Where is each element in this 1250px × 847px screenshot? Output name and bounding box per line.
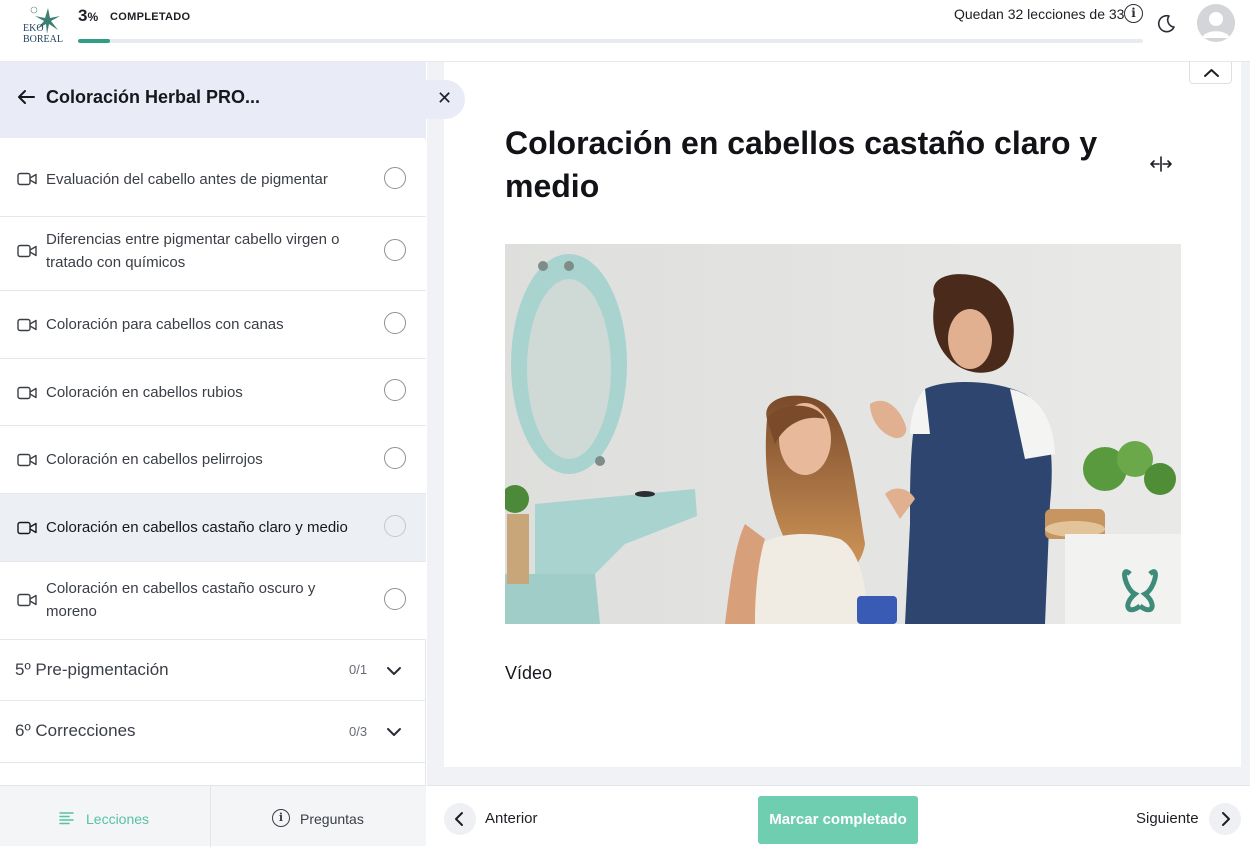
logo-text-top: EKO xyxy=(23,23,44,34)
lesson-item[interactable]: Coloración en cabellos pelirrojos xyxy=(0,426,426,494)
remaining-lessons-text: Quedan 32 lecciones de 33 xyxy=(954,6,1125,22)
video-player[interactable] xyxy=(505,244,1181,624)
chevron-down-icon[interactable] xyxy=(386,666,402,676)
video-camera-icon xyxy=(17,593,37,607)
radio-circle-icon[interactable] xyxy=(384,447,406,469)
progress-bar-fill xyxy=(78,39,110,43)
radio-circle-icon[interactable] xyxy=(384,239,406,261)
lesson-navigation-bar: Anterior Marcar completado Siguiente xyxy=(427,785,1250,846)
lesson-item[interactable]: Coloración para cabellos con canas xyxy=(0,291,426,359)
radio-circle-icon[interactable] xyxy=(384,379,406,401)
brand-logo[interactable]: EKO BOREAL xyxy=(20,4,70,45)
course-title[interactable]: Coloración Herbal PRO... xyxy=(46,87,260,108)
lesson-title: Coloración en cabellos castaño claro y m… xyxy=(46,519,348,536)
close-sidebar-button[interactable]: ✕ xyxy=(426,80,465,119)
collapse-header-button[interactable] xyxy=(1189,62,1232,84)
section-pre-pigmentacion[interactable]: 5º Pre-pigmentación 0/1 xyxy=(0,640,426,701)
video-camera-icon xyxy=(17,453,37,467)
next-button[interactable] xyxy=(1209,803,1241,835)
radio-circle-icon[interactable] xyxy=(384,515,406,537)
moon-icon[interactable] xyxy=(1154,12,1178,36)
progress-percent-symbol: % xyxy=(87,10,99,24)
section-title: 5º Pre-pigmentación xyxy=(15,660,169,679)
lesson-item[interactable]: Coloración en cabellos rubios xyxy=(0,359,426,426)
sidebar-header: Coloración Herbal PRO... xyxy=(0,62,426,138)
lesson-item[interactable]: Coloración en cabellos castaño oscuro y … xyxy=(0,562,426,640)
lesson-card: Coloración en cabellos castaño claro y m… xyxy=(444,62,1241,767)
tab-preguntas-label: Preguntas xyxy=(300,811,364,827)
section-count: 0/3 xyxy=(349,724,368,739)
radio-circle-icon[interactable] xyxy=(384,167,406,189)
lessons-sidebar: Coloración Herbal PRO... Evaluación del … xyxy=(0,62,426,847)
lesson-title: Evaluación del cabello antes de pigmenta… xyxy=(46,171,328,188)
lesson-title: Coloración para cabellos con canas xyxy=(46,316,284,333)
previous-button[interactable] xyxy=(444,803,476,835)
lesson-item[interactable]: Evaluación del cabello antes de pigmenta… xyxy=(0,140,426,217)
list-icon xyxy=(59,812,74,825)
main-content: Coloración en cabellos castaño claro y m… xyxy=(427,62,1250,785)
section-title: 6º Correcciones xyxy=(15,721,136,740)
next-label[interactable]: Siguiente xyxy=(1136,810,1199,827)
lesson-title: Coloración en cabellos pelirrojos xyxy=(46,451,263,468)
progress-label: COMPLETADO xyxy=(110,11,191,23)
close-icon: ✕ xyxy=(437,88,453,108)
video-camera-icon xyxy=(17,244,37,258)
expand-horizontal-icon[interactable] xyxy=(1149,156,1173,172)
tab-lecciones-label: Lecciones xyxy=(86,811,150,827)
lesson-item[interactable]: Diferencias entre pigmentar cabello virg… xyxy=(0,217,426,291)
lesson-title: Coloración en cabellos castaño oscuro y … xyxy=(46,580,316,620)
progress-bar xyxy=(78,39,1143,43)
sidebar-tabs: Lecciones Preguntas i xyxy=(0,785,426,847)
mark-complete-button[interactable]: Marcar completado xyxy=(758,796,918,844)
info-icon[interactable]: i xyxy=(1124,4,1143,23)
arrow-left-icon[interactable] xyxy=(16,87,36,107)
section-count: 0/1 xyxy=(349,662,368,677)
lesson-item-active[interactable]: Coloración en cabellos castaño claro y m… xyxy=(0,494,426,562)
video-camera-icon xyxy=(17,318,37,332)
user-avatar-icon[interactable] xyxy=(1197,4,1235,42)
video-thumbnail xyxy=(505,244,1181,624)
chevron-up-icon xyxy=(1204,69,1219,77)
video-camera-icon xyxy=(17,521,37,535)
chevron-left-icon xyxy=(455,812,463,826)
video-caption: Vídeo xyxy=(505,663,553,683)
lesson-title: Diferencias entre pigmentar cabello virg… xyxy=(46,231,340,271)
lesson-title-heading: Coloración en cabellos castaño claro y m… xyxy=(505,125,1098,204)
video-camera-icon xyxy=(17,172,37,186)
radio-circle-icon[interactable] xyxy=(384,312,406,334)
top-bar: EKO BOREAL 3% COMPLETADO Quedan 32 lecci… xyxy=(0,0,1250,62)
section-correcciones[interactable]: 6º Correcciones 0/3 xyxy=(0,701,426,763)
info-icon: i xyxy=(272,809,290,827)
chevron-right-icon xyxy=(1222,812,1230,826)
radio-circle-icon[interactable] xyxy=(384,588,406,610)
chevron-down-icon[interactable] xyxy=(386,727,402,737)
tab-lecciones[interactable]: Lecciones xyxy=(0,786,211,847)
tab-preguntas[interactable]: Preguntas xyxy=(212,786,426,847)
previous-label[interactable]: Anterior xyxy=(485,810,538,827)
lesson-title: Coloración en cabellos rubios xyxy=(46,384,243,401)
logo-text-bottom: BOREAL xyxy=(23,34,63,44)
video-camera-icon xyxy=(17,386,37,400)
progress-percent: 3% xyxy=(78,6,98,26)
